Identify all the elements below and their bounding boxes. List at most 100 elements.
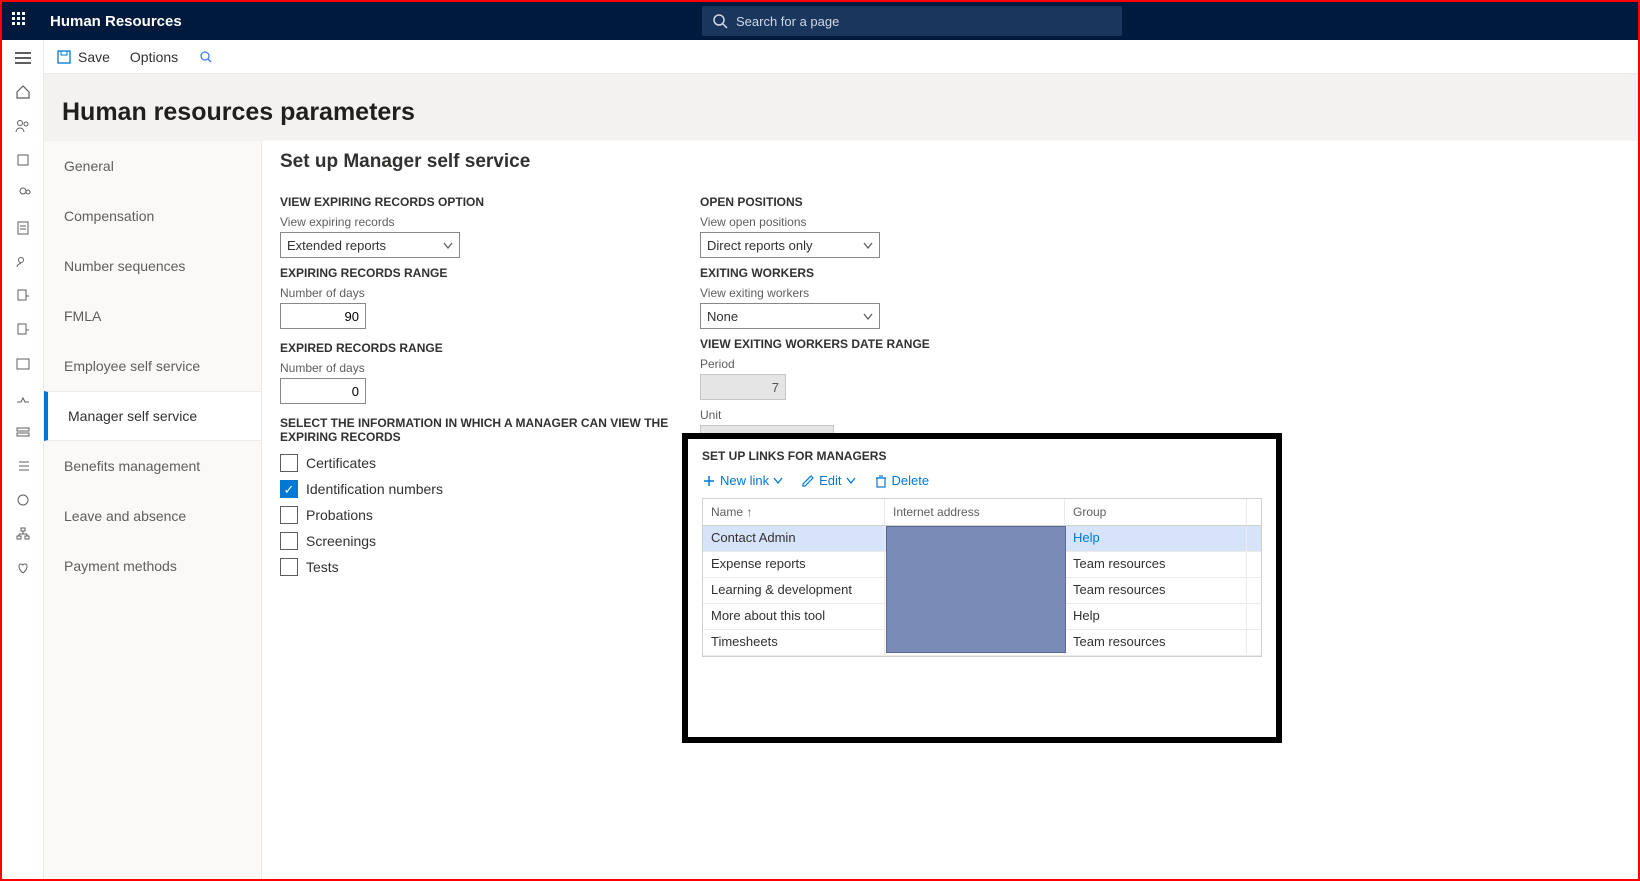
hamburger-icon[interactable] xyxy=(6,48,40,68)
search-placeholder: Search for a page xyxy=(736,14,839,29)
options-label: Options xyxy=(130,49,178,65)
save-button[interactable]: Save xyxy=(56,49,110,65)
waffle-icon[interactable] xyxy=(12,12,30,30)
delete-button[interactable]: Delete xyxy=(874,473,930,488)
edit-button[interactable]: Edit xyxy=(801,473,855,488)
search-icon xyxy=(198,49,214,65)
chevron-down-icon xyxy=(773,476,783,486)
cell-name: More about this tool xyxy=(703,604,885,629)
tab-mss[interactable]: Manager self service xyxy=(44,391,261,441)
cell-name: Learning & development xyxy=(703,578,885,603)
nav-icon-9[interactable] xyxy=(6,354,40,374)
section-exit-date-range: VIEW EXITING WORKERS DATE RANGE xyxy=(700,337,1100,351)
command-bar: Save Options xyxy=(44,40,1638,74)
cell-name: Contact Admin xyxy=(703,526,885,551)
left-nav-rail xyxy=(2,40,44,879)
label-view-expiring: View expiring records xyxy=(280,215,680,229)
cell-name: Expense reports xyxy=(703,552,885,577)
col-group[interactable]: Group xyxy=(1065,499,1247,525)
pencil-icon xyxy=(801,474,815,488)
page-title: Human resources parameters xyxy=(44,74,1638,141)
select-view-expiring[interactable]: Extended reports xyxy=(280,232,460,258)
tab-fmla[interactable]: FMLA xyxy=(44,291,261,341)
label-screenings: Screenings xyxy=(306,533,376,549)
nav-icon-6[interactable] xyxy=(6,252,40,272)
section-exiting-workers: EXITING WORKERS xyxy=(700,266,1100,280)
list-icon[interactable] xyxy=(6,456,40,476)
chevron-down-icon xyxy=(863,241,873,251)
nav-icon-4[interactable] xyxy=(6,184,40,204)
checkbox-id-numbers[interactable] xyxy=(280,480,298,498)
doc-out-icon[interactable] xyxy=(6,286,40,306)
section-open-positions: OPEN POSITIONS xyxy=(700,195,1100,209)
col-internet-address[interactable]: Internet address xyxy=(885,499,1065,525)
checkbox-probations[interactable] xyxy=(280,506,298,524)
cell-name: Timesheets xyxy=(703,630,885,655)
people-icon[interactable] xyxy=(6,116,40,136)
top-navigation: Human Resources Search for a page xyxy=(2,2,1638,40)
label-days1: Number of days xyxy=(280,286,680,300)
label-exiting-workers: View exiting workers xyxy=(700,286,1100,300)
input-days-expiring[interactable] xyxy=(280,303,366,329)
search-icon xyxy=(712,13,728,29)
nav-icon-10[interactable] xyxy=(6,388,40,408)
checkbox-screenings[interactable] xyxy=(280,532,298,550)
input-days-expired[interactable] xyxy=(280,378,366,404)
find-button[interactable] xyxy=(198,49,214,65)
form-title: Set up Manager self service xyxy=(280,151,1620,173)
cell-group: Team resources xyxy=(1065,578,1247,603)
nav-icon-13[interactable] xyxy=(6,490,40,510)
cell-group: Help xyxy=(1065,526,1247,551)
save-label: Save xyxy=(78,49,110,65)
select-value: Extended reports xyxy=(287,238,386,253)
delete-label: Delete xyxy=(892,473,930,488)
form-panel: Set up Manager self service VIEW EXPIRIN… xyxy=(262,141,1638,879)
app-title: Human Resources xyxy=(50,13,182,30)
cell-group: Help xyxy=(1065,604,1247,629)
clipboard-icon[interactable] xyxy=(6,218,40,238)
chevron-down-icon xyxy=(846,476,856,486)
chevron-down-icon xyxy=(863,312,873,322)
tab-leave[interactable]: Leave and absence xyxy=(44,491,261,541)
nav-icon-3[interactable] xyxy=(6,150,40,170)
select-value: Direct reports only xyxy=(707,238,812,253)
tab-ess[interactable]: Employee self service xyxy=(44,341,261,391)
tab-general[interactable]: General xyxy=(44,141,261,191)
tab-benefits[interactable]: Benefits management xyxy=(44,441,261,491)
section-expiring-range: EXPIRING RECORDS RANGE xyxy=(280,266,680,280)
label-id-numbers: Identification numbers xyxy=(306,481,443,497)
doc-in-icon[interactable] xyxy=(6,320,40,340)
tab-payment[interactable]: Payment methods xyxy=(44,541,261,591)
checkbox-certificates[interactable] xyxy=(280,454,298,472)
home-icon[interactable] xyxy=(6,82,40,102)
grid-body: Contact Admin Help Expense reports Team … xyxy=(703,526,1261,656)
trash-icon xyxy=(874,474,888,488)
search-input[interactable]: Search for a page xyxy=(702,6,1122,36)
redacted-column-overlay xyxy=(886,526,1066,653)
col-name[interactable]: Name ↑ xyxy=(703,499,885,525)
links-title: SET UP LINKS FOR MANAGERS xyxy=(702,449,1262,463)
links-callout: SET UP LINKS FOR MANAGERS New link Edit xyxy=(682,433,1282,743)
heart-icon[interactable] xyxy=(6,558,40,578)
select-value: None xyxy=(707,309,738,324)
cell-group: Team resources xyxy=(1065,630,1247,655)
label-period: Period xyxy=(700,357,1100,371)
select-open-positions[interactable]: Direct reports only xyxy=(700,232,880,258)
tab-number-sequences[interactable]: Number sequences xyxy=(44,241,261,291)
label-unit: Unit xyxy=(700,408,1100,422)
new-link-button[interactable]: New link xyxy=(702,473,783,488)
checkbox-tests[interactable] xyxy=(280,558,298,576)
sort-asc-icon: ↑ xyxy=(746,505,752,519)
save-icon xyxy=(56,49,72,65)
select-exiting-workers[interactable]: None xyxy=(700,303,880,329)
links-grid: Name ↑ Internet address Group Contact Ad… xyxy=(702,498,1262,657)
hierarchy-icon[interactable] xyxy=(6,524,40,544)
options-button[interactable]: Options xyxy=(130,49,178,65)
nav-icon-11[interactable] xyxy=(6,422,40,442)
label-tests: Tests xyxy=(306,559,339,575)
cell-group: Team resources xyxy=(1065,552,1247,577)
label-probations: Probations xyxy=(306,507,373,523)
section-expired-range: EXPIRED RECORDS RANGE xyxy=(280,341,680,355)
tab-list: General Compensation Number sequences FM… xyxy=(44,141,262,879)
tab-compensation[interactable]: Compensation xyxy=(44,191,261,241)
